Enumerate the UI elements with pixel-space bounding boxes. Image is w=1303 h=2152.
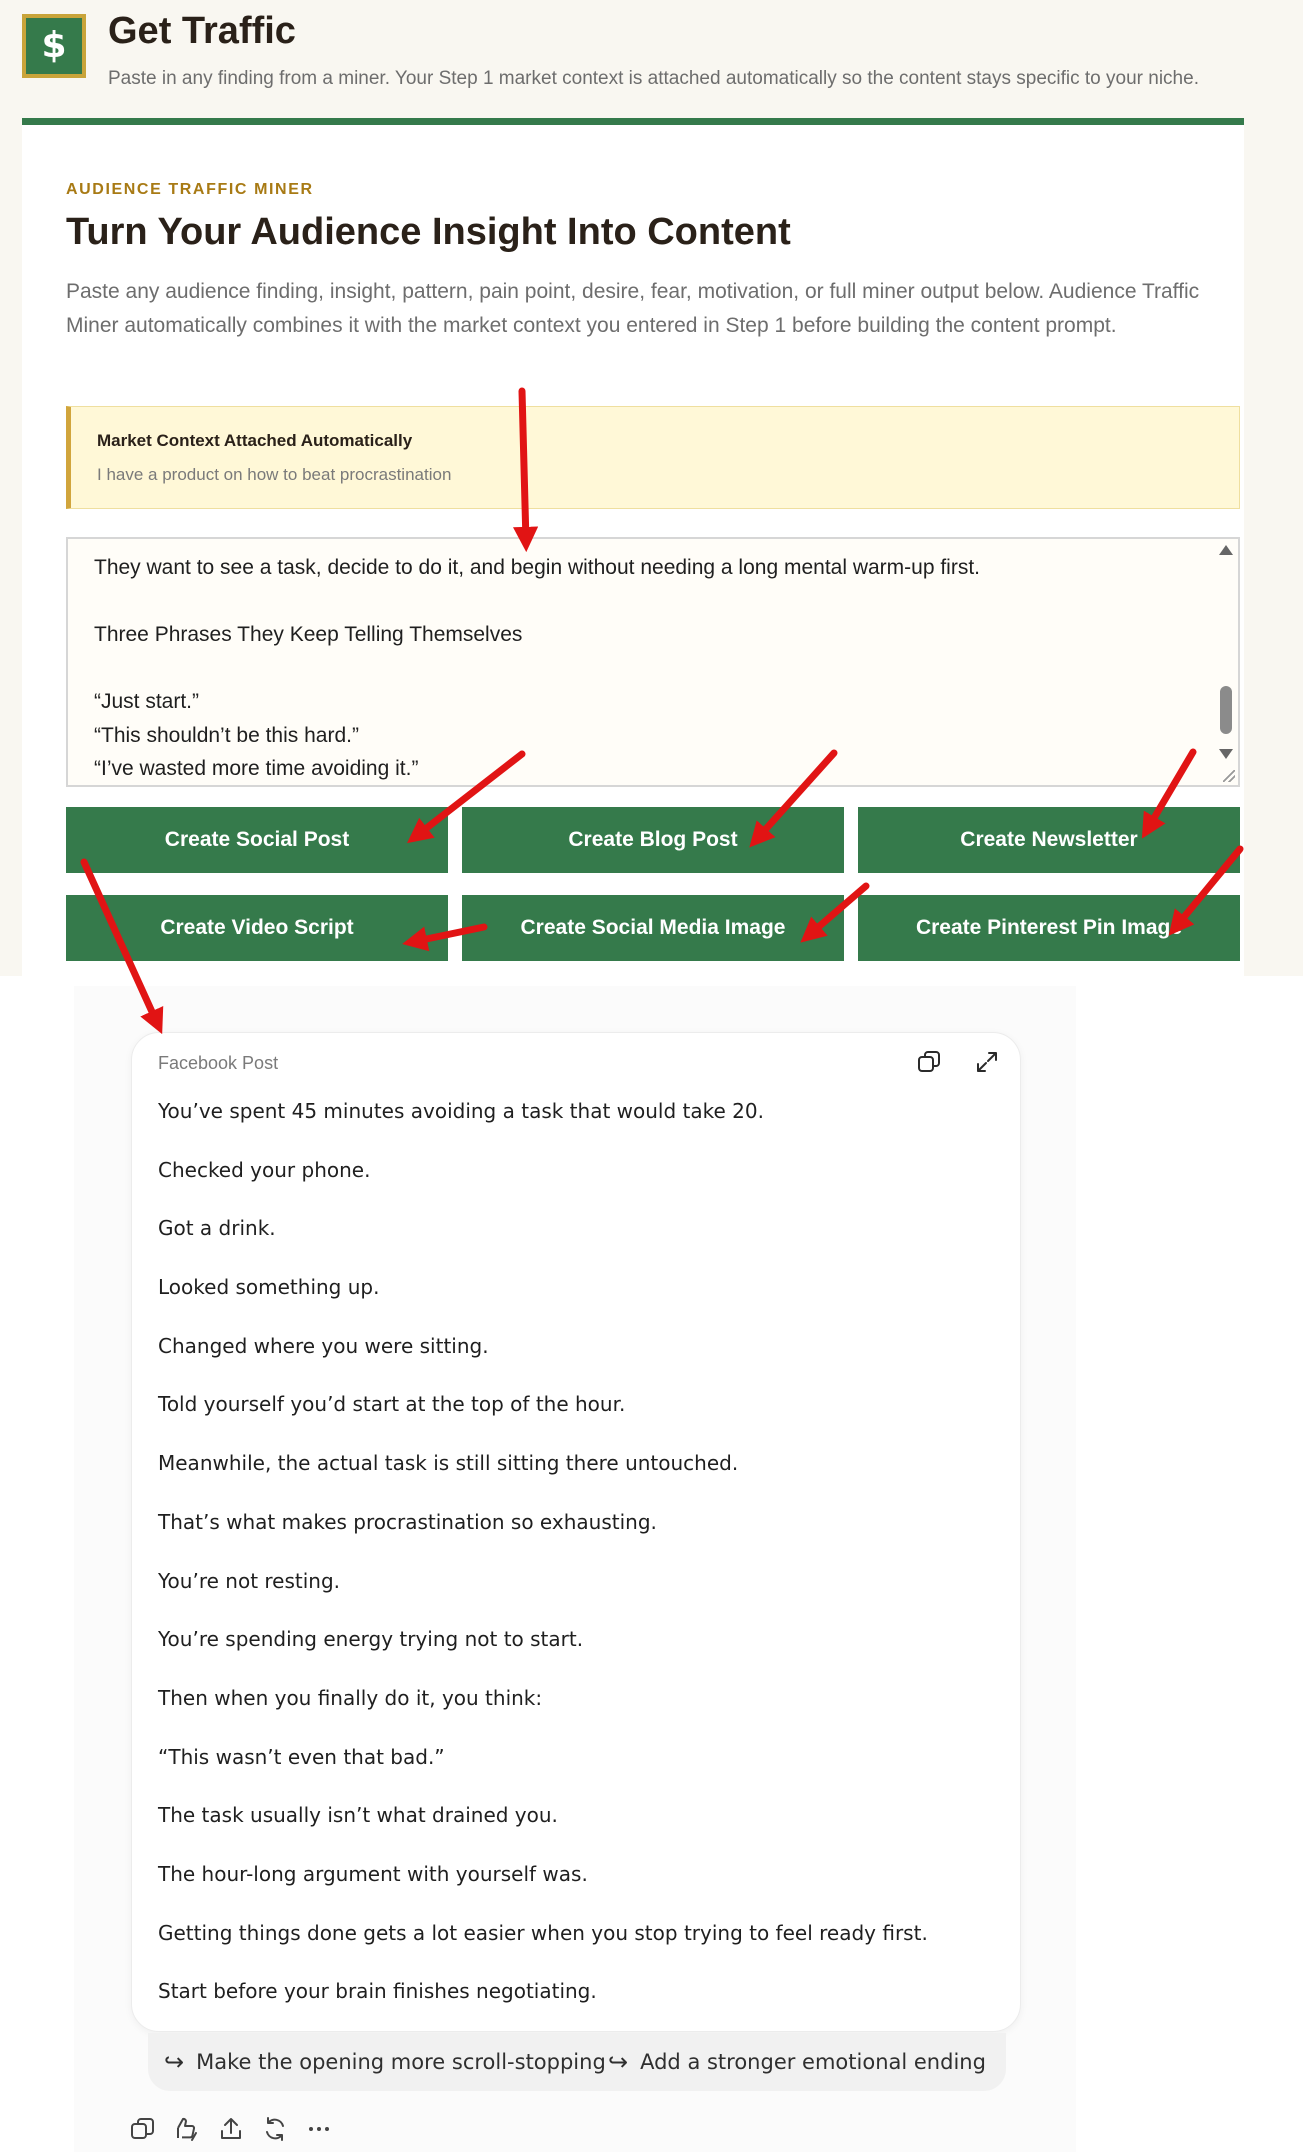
post-line: You’re not resting. xyxy=(158,1568,341,1593)
facebook-post-output: Facebook Post You’ve spent 45 minutes av… xyxy=(131,1032,1021,2032)
post-line: Getting things done gets a lot easier wh… xyxy=(158,1920,928,1945)
page-title: Get Traffic xyxy=(108,10,296,52)
card-title: Turn Your Audience Insight Into Content xyxy=(66,211,791,253)
share-icon[interactable] xyxy=(216,2114,246,2144)
page-subtitle: Paste in any finding from a miner. Your … xyxy=(108,68,1199,89)
copy-icon[interactable] xyxy=(128,2114,158,2144)
post-line: The hour-long argument with yourself was… xyxy=(158,1861,588,1886)
feedback-icon[interactable] xyxy=(172,2114,202,2144)
reply-arrow-icon: ↪ xyxy=(164,2048,185,2076)
expand-icon[interactable] xyxy=(974,1049,1000,1075)
finding-textarea[interactable]: They want to see a task, decide to do it… xyxy=(66,537,1240,787)
create-social-post-button[interactable]: Create Social Post xyxy=(66,807,448,873)
textarea-scrollbar[interactable] xyxy=(1214,539,1238,785)
regenerate-icon[interactable] xyxy=(260,2114,290,2144)
post-line: Looked something up. xyxy=(158,1275,380,1300)
market-context-value: I have a product on how to beat procrast… xyxy=(97,465,452,484)
finding-textarea-value[interactable]: They want to see a task, decide to do it… xyxy=(94,551,1174,785)
post-line: Changed where you were sitting. xyxy=(158,1333,489,1358)
suggestion-scroll-stopping[interactable]: ↪ Make the opening more scroll-stopping xyxy=(164,2048,606,2076)
post-line: “This wasn’t even that bad.” xyxy=(158,1744,445,1769)
post-line: The task usually isn’t what drained you. xyxy=(158,1803,558,1828)
output-label: Facebook Post xyxy=(158,1053,279,1073)
market-context-title: Market Context Attached Automatically xyxy=(97,431,413,450)
reply-arrow-icon: ↪ xyxy=(608,2048,629,2076)
message-actions xyxy=(128,2114,334,2144)
suggestions-bar: ↪ Make the opening more scroll-stopping … xyxy=(148,2033,1006,2091)
post-line: Told yourself you’d start at the top of … xyxy=(158,1392,626,1417)
copy-icon[interactable] xyxy=(916,1049,942,1075)
card-description: Paste any audience finding, insight, pat… xyxy=(66,280,1200,337)
create-newsletter-button[interactable]: Create Newsletter xyxy=(858,807,1240,873)
post-line: You’ve spent 45 minutes avoiding a task … xyxy=(158,1099,764,1123)
card-eyebrow: AUDIENCE TRAFFIC MINER xyxy=(66,181,314,198)
create-pinterest-pin-image-button[interactable]: Create Pinterest Pin Image xyxy=(858,895,1240,961)
dollar-logo-icon: $ xyxy=(22,14,86,78)
resize-grip-icon[interactable] xyxy=(1223,770,1235,782)
suggestion-label: Make the opening more scroll-stopping xyxy=(196,2050,606,2074)
create-video-script-button[interactable]: Create Video Script xyxy=(66,895,448,961)
suggestion-label: Add a stronger emotional ending xyxy=(640,2050,986,2074)
scroll-down-arrow-icon[interactable] xyxy=(1219,749,1233,759)
post-line: Start before your brain finishes negotia… xyxy=(158,1979,597,2004)
create-blog-post-button[interactable]: Create Blog Post xyxy=(462,807,844,873)
scroll-up-arrow-icon[interactable] xyxy=(1219,545,1233,555)
post-line: Got a drink. xyxy=(158,1216,276,1241)
post-line: Then when you finally do it, you think: xyxy=(158,1685,543,1710)
market-context-box: Market Context Attached Automatically I … xyxy=(66,406,1240,509)
get-traffic-panel: $ Get Traffic Paste in any finding from … xyxy=(0,0,1303,976)
suggestion-emotional-ending[interactable]: ↪ Add a stronger emotional ending xyxy=(608,2048,986,2076)
create-social-media-image-button[interactable]: Create Social Media Image xyxy=(462,895,844,961)
post-line: You’re spending energy trying not to sta… xyxy=(158,1627,584,1652)
post-line: Checked your phone. xyxy=(158,1157,371,1182)
post-line: Meanwhile, the actual task is still sitt… xyxy=(158,1451,739,1476)
scroll-thumb[interactable] xyxy=(1220,686,1232,734)
post-lines: You’ve spent 45 minutes avoiding a task … xyxy=(158,1099,988,2038)
post-line: That’s what makes procrastination so exh… xyxy=(158,1509,657,1534)
more-icon[interactable] xyxy=(304,2114,334,2144)
